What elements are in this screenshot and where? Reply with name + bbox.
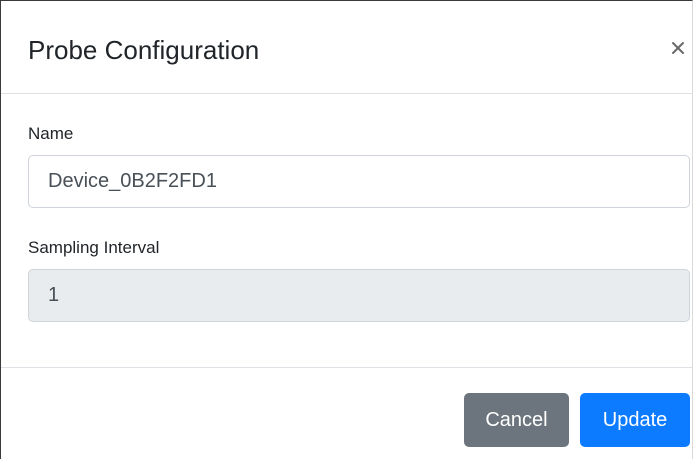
dialog-header: Probe Configuration <box>1 1 693 94</box>
sampling-interval-label: Sampling Interval <box>28 238 160 257</box>
name-label: Name <box>28 124 74 143</box>
close-icon <box>665 35 691 61</box>
dialog-title: Probe Configuration <box>28 35 260 65</box>
name-input[interactable] <box>28 155 690 208</box>
update-button[interactable]: Update <box>580 393 690 447</box>
dialog-footer: Cancel Update <box>1 367 693 460</box>
probe-configuration-dialog: Probe Configuration Name Sampling Interv… <box>0 0 693 459</box>
cancel-button[interactable]: Cancel <box>464 393 569 447</box>
sampling-interval-input <box>28 269 690 322</box>
dialog-body: Name Sampling Interval <box>1 94 693 367</box>
close-button[interactable] <box>665 35 691 61</box>
